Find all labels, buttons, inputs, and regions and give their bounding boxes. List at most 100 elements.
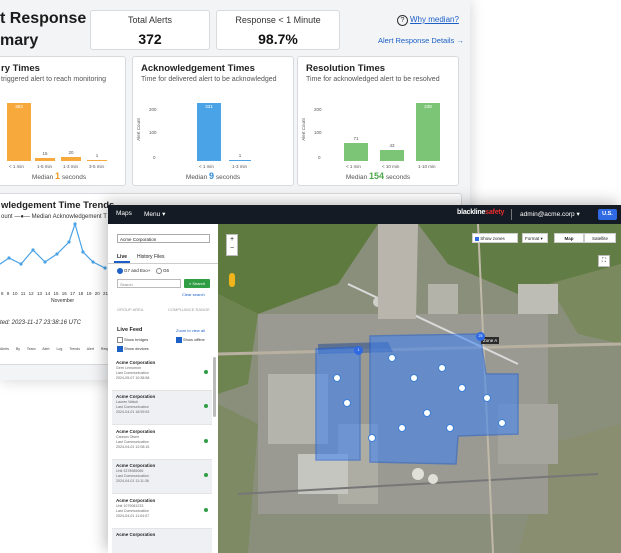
bar-value-label: 71	[353, 136, 359, 141]
bar-value-label: 43	[389, 143, 395, 148]
radio-icon	[156, 268, 162, 274]
checkbox-icon	[475, 236, 479, 241]
dashboard-title: t Response mary	[0, 10, 87, 49]
search-button[interactable]: ⌕ Search	[184, 279, 210, 288]
device-pin[interactable]	[423, 409, 431, 417]
live-feed-title: Live Feed	[117, 327, 143, 333]
y-axis-label: Alert Count	[300, 118, 306, 141]
chart-legend: ount —●— Median Acknowledgement T	[1, 214, 107, 220]
card-subtitle: Time for delivered alert to be acknowled…	[141, 76, 277, 83]
bar-3-5-min	[87, 160, 107, 161]
why-median-link[interactable]: ? Why median?	[397, 15, 459, 26]
acknowledgement-times-card: Acknowledgement Times Time for delivered…	[132, 56, 294, 186]
y-tick: 200	[314, 107, 322, 112]
stat-label: Total Alerts	[127, 15, 173, 25]
zoom-in-icon[interactable]: +	[227, 235, 237, 244]
radio-icon	[117, 268, 123, 274]
response-under-minute-stat: Response < 1 Minute 98.7%	[216, 10, 340, 50]
zoom-to-view-all-link[interactable]: Zoom to view all	[176, 328, 205, 333]
brand-logo: blacklinesafety	[457, 209, 505, 216]
bar-under-1-min	[344, 143, 368, 161]
tab-history-files[interactable]: History Files	[134, 253, 168, 261]
x-tick: < 1 min	[9, 164, 24, 169]
device-pin[interactable]	[368, 434, 376, 442]
y-tick: 100	[149, 130, 157, 135]
bar-value-label: 238	[424, 104, 432, 109]
tab-live[interactable]: Live	[114, 253, 131, 263]
card-subtitle: triggered alert to reach monitoring	[1, 76, 107, 83]
organization-select[interactable]: Acme Corporation	[117, 234, 210, 243]
feed-item[interactable]: Acme Corporation Unit 3378985065 Last Comm…	[112, 460, 212, 494]
device-pin[interactable]	[483, 394, 491, 402]
median-readout: Median 9 seconds	[185, 171, 241, 181]
y-tick: 100	[314, 130, 322, 135]
device-pin[interactable]	[498, 419, 506, 427]
cluster-count-badge[interactable]: 1	[354, 346, 363, 355]
x-tick: 1-5 min	[37, 164, 53, 169]
tab-alert-log[interactable]: Alert Log	[42, 347, 62, 351]
device-pin[interactable]	[458, 384, 466, 392]
zoom-controls[interactable]: + −	[226, 234, 238, 256]
feed-scrollbar[interactable]	[213, 357, 216, 417]
tab-by-team[interactable]: By Team	[16, 347, 36, 351]
x-tick: 3-5 min	[89, 164, 105, 169]
cluster-count-badge[interactable]: 25	[476, 332, 485, 341]
card-subtitle: Time for acknowledged alert to be resolv…	[306, 76, 440, 83]
last-updated: ted: 2023-11-17 23:38:16 UTC	[0, 320, 81, 326]
total-alerts-stat: Total Alerts 372	[90, 10, 210, 50]
entry-times-card: ry Times triggered alert to reach monito…	[0, 56, 126, 186]
tab-alerts[interactable]: Alerts	[0, 347, 9, 351]
map-view-button[interactable]: Map	[554, 233, 584, 243]
show-zones-toggle[interactable]: Show zones	[472, 233, 518, 243]
clear-search-link[interactable]: Clear search	[182, 292, 205, 297]
region-button[interactable]: U.S.	[598, 209, 617, 220]
bar-1-3-min	[229, 160, 251, 161]
feed-item[interactable]: Acme Corporation	[112, 529, 212, 553]
stat-value: 98.7%	[258, 31, 298, 47]
tab-trends[interactable]: Trends	[69, 347, 80, 351]
y-tick: 0	[318, 155, 321, 160]
bar-value-label: 15	[42, 151, 48, 156]
bar-under-10-min	[380, 150, 404, 161]
bar-value-label: 20	[68, 150, 74, 155]
device-pin[interactable]	[388, 354, 396, 362]
fullscreen-icon[interactable]: ⛶	[598, 255, 610, 267]
satellite-map[interactable]: Zone A 1 25	[218, 224, 621, 553]
satellite-view-button[interactable]: Satellite	[584, 233, 616, 243]
bar-under-1-min	[7, 103, 31, 161]
device-pin[interactable]	[410, 374, 418, 382]
format-select[interactable]: Format ▾	[522, 233, 548, 243]
feed-item[interactable]: Acme Corporation Lauren Watch Last Communi…	[112, 391, 212, 425]
zoom-out-icon[interactable]: −	[227, 244, 237, 253]
nav-menu[interactable]: Menu ▾	[144, 210, 165, 218]
x-tick: 1-3 min	[232, 164, 248, 169]
feed-item[interactable]: Acme Corporation Gerri Lemomon Last Commun…	[112, 357, 212, 391]
bar-value-label: 1	[238, 153, 242, 158]
online-status-dot	[204, 404, 208, 408]
show-bridges-checkbox[interactable]: Show bridges	[117, 337, 148, 343]
sidebar: Acme Corporation Live History Files G7 a…	[108, 224, 219, 553]
device-pin[interactable]	[398, 424, 406, 432]
device-pin[interactable]	[446, 424, 454, 432]
x-tick: < 1 min	[346, 164, 361, 169]
radio-g6[interactable]: G6	[156, 268, 169, 274]
search-input[interactable]: Search	[117, 279, 181, 288]
device-pin[interactable]	[438, 364, 446, 372]
feed-item[interactable]: Acme Corporation Unit 1079081233 Last Comm…	[112, 495, 212, 529]
section-group-area[interactable]: GROUP AREA	[117, 307, 143, 312]
section-compliance-range[interactable]: COMPLIANCE RANGE	[168, 307, 210, 312]
median-readout: Median 1 seconds	[31, 171, 87, 181]
device-pin[interactable]	[343, 399, 351, 407]
alert-response-details-link[interactable]: Alert Response Details →	[378, 36, 464, 45]
show-devices-checkbox[interactable]: Show devices	[117, 346, 149, 352]
user-account-menu[interactable]: admin@acme.corp ▾	[520, 210, 580, 218]
sidebar-tabs: Live History Files	[108, 251, 218, 264]
street-view-pegman-icon[interactable]	[229, 273, 235, 287]
nav-maps[interactable]: Maps	[116, 210, 132, 217]
feed-item[interactable]: Acme Corporation Cannon Olsen Last Communi…	[112, 426, 212, 460]
show-offline-checkbox[interactable]: Show offline	[176, 337, 205, 343]
device-pin[interactable]	[333, 374, 341, 382]
checkbox-icon	[117, 337, 123, 343]
radio-g7-exo[interactable]: G7 and Exo+	[117, 268, 150, 274]
y-axis-label: Alert Count	[135, 118, 141, 141]
